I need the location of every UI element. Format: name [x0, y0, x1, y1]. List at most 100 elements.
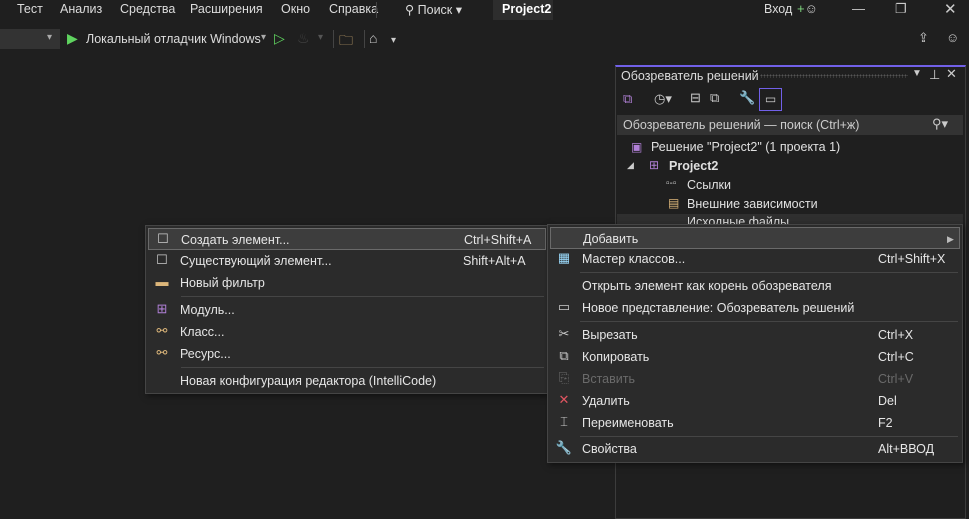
config-dropdown[interactable]: ▾ — [0, 29, 60, 49]
panel-close-icon[interactable]: ✕ — [946, 66, 957, 82]
copy-icon: ⧉ — [559, 348, 569, 363]
class-wizard-icon: ▦ — [557, 250, 571, 265]
menu-help[interactable]: Справка — [329, 2, 378, 16]
menu-item-label: Новый фильтр — [180, 276, 265, 290]
user-add-icon[interactable]: +☺ — [797, 1, 818, 16]
search-icon[interactable]: ⚲▾ — [932, 116, 948, 132]
folder-icon: ▤ — [668, 196, 680, 210]
menu-item-label: Добавить — [583, 232, 639, 246]
menu-item-copy[interactable]: ⧉ Копировать Ctrl+C — [550, 346, 960, 368]
expand-icon[interactable]: ◢ — [627, 160, 634, 171]
tree-references[interactable]: Ссылки — [687, 178, 731, 192]
references-icon: ▫-▫ — [666, 178, 677, 189]
menu-item-new-item[interactable]: ☐ Создать элемент... Ctrl+Shift+A — [148, 228, 546, 250]
drag-handle[interactable] — [760, 74, 908, 78]
menu-item-shortcut: Shift+Alt+A — [463, 254, 526, 268]
menu-item-cut[interactable]: ✂ Вырезать Ctrl+X — [550, 324, 960, 346]
menu-item-class-wizard[interactable]: ▦ Мастер классов... Ctrl+Shift+X — [550, 248, 960, 270]
folder-search-icon[interactable]: 🗀 — [339, 30, 353, 54]
menu-item-label: Вырезать — [582, 328, 638, 342]
show-all-files-icon[interactable]: ⧉ — [710, 90, 719, 106]
tree-project[interactable]: Project2 — [669, 159, 718, 173]
menu-window[interactable]: Окно — [281, 2, 310, 16]
menu-item-label: Удалить — [582, 394, 630, 408]
pending-changes-icon[interactable]: ◷▾ — [654, 91, 672, 107]
start-without-debug-icon[interactable]: ▷ — [274, 30, 285, 47]
preview-toggle-icon[interactable]: ▭ — [759, 88, 782, 111]
menu-tools[interactable]: Средства — [120, 2, 175, 16]
submenu-arrow-icon: ▶ — [947, 234, 954, 244]
menu-item-delete[interactable]: ✕ Удалить Del — [550, 390, 960, 412]
menu-item-properties[interactable]: 🔧 Свойства Alt+ВВОД — [550, 438, 960, 460]
search-icon: ⚲ — [405, 3, 418, 17]
tree-external-deps[interactable]: Внешние зависимости — [687, 197, 818, 211]
menu-extensions[interactable]: Расширения — [190, 2, 263, 16]
signin-button[interactable]: Вход — [764, 2, 792, 16]
chevron-down-icon: ▾ — [47, 32, 53, 43]
maximize-button[interactable]: ❐ — [895, 1, 907, 17]
menu-item-new-view[interactable]: ▭ Новое представление: Обозреватель решен… — [550, 297, 960, 319]
overflow-icon[interactable]: ▾ — [391, 35, 396, 46]
project-tab[interactable]: Project2 — [493, 0, 553, 20]
menu-item-existing-item[interactable]: ☐ Существующий элемент... Shift+Alt+A — [148, 250, 546, 272]
menu-item-shortcut: Ctrl+Shift+X — [878, 252, 946, 266]
switch-views-icon[interactable]: ⧉ — [623, 91, 632, 107]
window-home-icon[interactable]: ⌂ — [369, 30, 377, 46]
new-filter-icon: ▬ — [155, 274, 169, 289]
menu-item-label: Ресурс... — [180, 347, 231, 361]
menu-item-module[interactable]: ⊞ Модуль... — [148, 299, 546, 321]
menu-item-add[interactable]: Добавить ▶ — [550, 227, 960, 249]
separator — [580, 436, 958, 437]
menu-analyze[interactable]: Анализ — [60, 2, 102, 16]
menu-item-resource[interactable]: ⚯ Ресурс... — [148, 343, 546, 365]
paste-icon: ⎘ — [558, 370, 570, 385]
menu-item-shortcut: Ctrl+Shift+A — [464, 233, 532, 247]
class-icon: ⚯ — [156, 323, 168, 338]
panel-title: Обозреватель решений — [621, 69, 759, 83]
menu-item-label: Создать элемент... — [181, 233, 290, 247]
debugger-button[interactable]: Локальный отладчик Windows — [86, 32, 261, 46]
tree-source-files[interactable]: Исходные файлы — [687, 215, 789, 224]
search-button[interactable]: ⚲ Поиск ▾ — [405, 2, 462, 17]
menu-item-label: Переименовать — [582, 416, 674, 430]
live-share-icon[interactable]: ☺ — [946, 30, 959, 45]
menu-item-label: Свойства — [582, 442, 637, 456]
resource-icon: ⚯ — [156, 345, 168, 360]
collapse-all-icon[interactable]: ⊟ — [690, 90, 701, 106]
context-menu: Добавить ▶ ▦ Мастер классов... Ctrl+Shift+X… — [547, 224, 963, 463]
menu-item-editorconfig[interactable]: Новая конфигурация редактора (IntelliCod… — [148, 370, 546, 392]
separator — [580, 272, 958, 273]
tree-row-selected[interactable]: Исходные файлы — [617, 214, 963, 224]
tree-solution[interactable]: Решение "Project2" (1 проекта 1) — [651, 140, 840, 154]
menu-item-label: Копировать — [582, 350, 650, 364]
menu-item-shortcut: Ctrl+V — [878, 372, 914, 386]
menu-item-rename[interactable]: ⌶ Переименовать F2 — [550, 412, 960, 434]
divider — [333, 30, 334, 48]
properties-icon: 🔧 — [555, 440, 573, 455]
pin-icon[interactable]: ⊥ — [929, 67, 940, 83]
menu-test[interactable]: Тест — [17, 2, 43, 16]
close-button[interactable]: ✕ — [944, 0, 957, 18]
panel-menu-icon[interactable]: ▼ — [912, 68, 922, 79]
menu-item-class[interactable]: ⚯ Класс... — [148, 321, 546, 343]
menu-item-label: Вставить — [582, 372, 635, 386]
module-icon: ⊞ — [156, 301, 168, 316]
divider — [376, 2, 377, 18]
new-item-icon: ☐ — [157, 231, 169, 246]
minimize-button[interactable]: — — [852, 1, 865, 16]
solution-search-input[interactable]: Обозреватель решений — поиск (Ctrl+ж) — [617, 115, 963, 135]
new-view-icon: ▭ — [557, 299, 571, 314]
chevron-down-icon[interactable]: ▾ — [261, 32, 266, 43]
hot-reload-icon: ♨ — [297, 30, 310, 46]
share-icon[interactable]: ⇪ — [918, 30, 929, 46]
menu-item-scope-to-this[interactable]: Открыть элемент как корень обозревателя — [550, 275, 960, 297]
divider — [364, 30, 365, 48]
menu-item-label: Существующий элемент... — [180, 254, 332, 268]
play-icon[interactable]: ▶ — [67, 30, 78, 47]
menu-item-paste: ⎘ Вставить Ctrl+V — [550, 368, 960, 390]
menu-item-label: Новая конфигурация редактора (IntelliCod… — [180, 374, 437, 388]
menu-item-new-filter[interactable]: ▬ Новый фильтр — [148, 272, 546, 294]
menu-item-shortcut: Del — [878, 394, 897, 408]
wrench-icon[interactable]: 🔧 — [739, 90, 755, 106]
add-submenu: ☐ Создать элемент... Ctrl+Shift+A ☐ Существ… — [145, 225, 549, 394]
